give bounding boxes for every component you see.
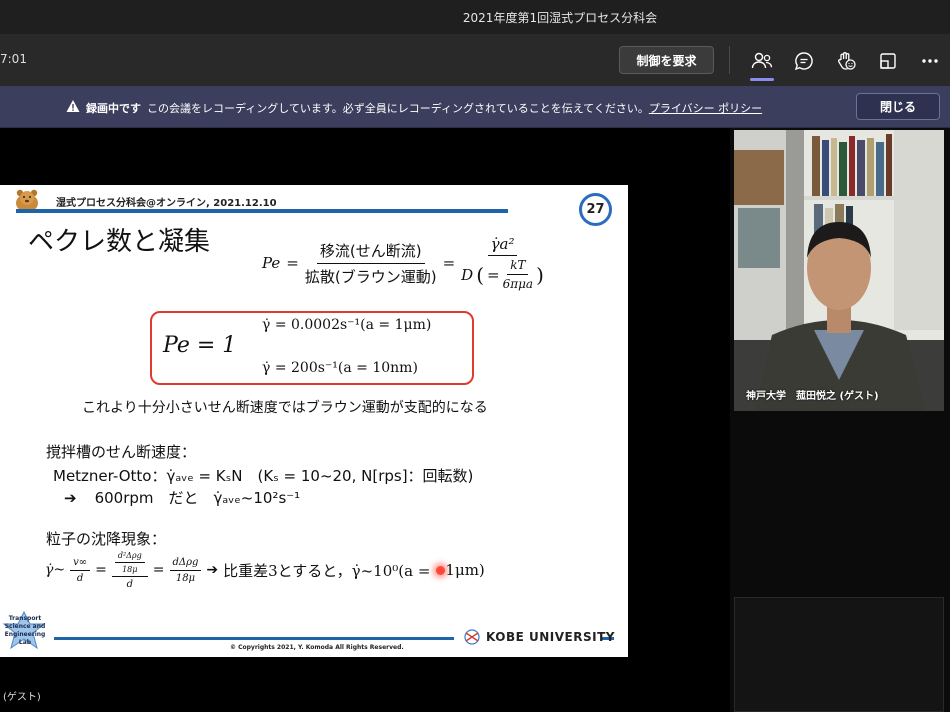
velocity-fraction: v∞ d xyxy=(70,557,91,584)
meeting-timer: 7:01 xyxy=(0,52,27,66)
reactions-icon[interactable] xyxy=(833,48,859,74)
shear-rate-1um: γ̇ = 0.0002s⁻¹(a = 1μm) xyxy=(262,317,432,333)
request-control-button[interactable]: 制御を要求 xyxy=(619,46,714,74)
advection-label: 移流(せん断流) xyxy=(316,240,425,264)
arrow-right-icon: ➔ xyxy=(64,489,77,507)
brownian-note: これより十分小さいせん断速度ではブラウン運動が支配的になる xyxy=(82,400,488,416)
close-banner-button[interactable]: 閉じる xyxy=(856,93,940,120)
chat-icon[interactable] xyxy=(791,48,817,74)
simplified-numerator: dΔρg xyxy=(169,557,202,571)
participant-video-frame xyxy=(734,130,944,411)
stokes-denominator: d xyxy=(126,579,133,590)
recording-text: この会議をレコーディングしています。必ず全員にレコーディングされていることを伝え… xyxy=(147,102,649,115)
peclet-definition: Pe = 移流(せん断流) 拡散(ブラウン運動) = γ̇a² D (= kT … xyxy=(262,235,544,291)
pe-symbol: Pe xyxy=(262,254,281,272)
diameter-term: d xyxy=(76,572,84,584)
warning-icon xyxy=(66,100,80,112)
participant-name: 神戸大学 菰田悦之 (ゲスト) xyxy=(746,391,879,402)
stirred-tank-heading: 撹拌槽のせん断速度： xyxy=(46,443,197,461)
rpm-text: 600rpm だと γ̇ₐᵥₑ~10²s⁻¹ xyxy=(94,489,301,507)
shear-rate-10nm: γ̇ = 200s⁻¹(a = 10nm) xyxy=(262,360,418,376)
stokes-bottom: 18μ xyxy=(122,565,138,574)
empty-video-tile xyxy=(734,597,944,712)
more-icon[interactable] xyxy=(917,48,943,74)
slide-header: 湿式プロセス分科会@オンライン, 2021.12.10 xyxy=(56,198,277,209)
diffusion-label: 拡散(ブラウン運動) xyxy=(304,267,437,286)
window-titlebar: 2021年度第1回湿式プロセス分科会 xyxy=(0,0,950,34)
specific-gravity-unit: 1μm) xyxy=(445,561,485,579)
toolbar-divider xyxy=(729,46,730,74)
pe-equals-one: Pe = 1 xyxy=(163,333,237,358)
formula-numerator: γ̇a² xyxy=(487,235,518,256)
slide-heading: ペクレ数と凝集 xyxy=(28,227,211,257)
meeting-toolbar: 7:01 制御を要求 xyxy=(0,34,950,86)
stokes-einstein-fraction: kT 6πμa xyxy=(503,258,533,291)
sed-lhs: γ̇~ xyxy=(45,562,66,578)
university-logo: KOBE UNIVERSITY xyxy=(462,629,615,645)
meeting-title: 2021年度第1回湿式プロセス分科会 xyxy=(462,11,658,25)
laser-pointer xyxy=(436,565,446,575)
presenter-label: (ゲスト) xyxy=(3,692,41,703)
formula-fraction: γ̇a² D (= kT 6πμa ) xyxy=(461,235,544,291)
slide-page-number: 27 xyxy=(579,193,612,226)
slide-header-rule xyxy=(16,209,508,213)
sedimentation-heading: 粒子の沈降現象： xyxy=(46,530,167,548)
shared-slide: 湿式プロセス分科会@オンライン, 2021.12.10 27 ペクレ数と凝集 P… xyxy=(0,185,628,657)
specific-gravity-text: 比重差3とすると，γ̇~10⁰(a = xyxy=(223,561,431,580)
participant-video[interactable]: 神戸大学 菰田悦之 (ゲスト) xyxy=(734,130,944,411)
recording-message: 録画中です この会議をレコーディングしています。必ず全員にレコーディングされている… xyxy=(86,100,762,116)
velocity-term: v∞ xyxy=(70,557,91,571)
stokes-fraction: d²Δρg 18μ d xyxy=(111,550,148,590)
kobe-emblem-icon xyxy=(464,629,480,645)
kt-term: kT xyxy=(507,258,529,275)
recording-banner: 録画中です この会議をレコーディングしています。必ず全員にレコーディングされている… xyxy=(0,86,950,128)
university-name: KOBE UNIVERSITY xyxy=(486,630,615,644)
arrow-right-icon: ➔ xyxy=(206,562,219,578)
rooms-icon[interactable] xyxy=(875,48,901,74)
copyright-text: © Copyrights 2021, Y. Komoda All Rights … xyxy=(230,644,404,651)
ratio-fraction: 移流(せん断流) 拡散(ブラウン運動) xyxy=(305,240,437,287)
stokes-term: 6πμa xyxy=(502,277,534,291)
simplified-denominator: 18μ xyxy=(175,572,196,584)
rpm-line: ➔ 600rpm だと γ̇ₐᵥₑ~10²s⁻¹ xyxy=(64,487,300,508)
recording-status: 録画中です xyxy=(86,102,141,115)
footer-rule xyxy=(54,637,454,640)
privacy-policy-link[interactable]: プライバシー ポリシー xyxy=(649,102,762,115)
diffusion-coefficient: D xyxy=(461,265,474,284)
stokes-top: d²Δρg xyxy=(114,551,145,563)
lab-logo-text: Transport Science and Engineering Lab xyxy=(4,615,46,646)
sedimentation-formula: γ̇~ v∞ d = d²Δρg 18μ d = dΔρg 18μ ➔ 比重差3と… xyxy=(45,550,485,590)
metzner-otto-line: Metzner-Otto：γ̇ₐᵥₑ = KₛN (Kₛ = 10~20, N[… xyxy=(53,467,474,485)
people-icon[interactable] xyxy=(749,48,775,81)
simplified-fraction: dΔρg 18μ xyxy=(169,557,202,584)
